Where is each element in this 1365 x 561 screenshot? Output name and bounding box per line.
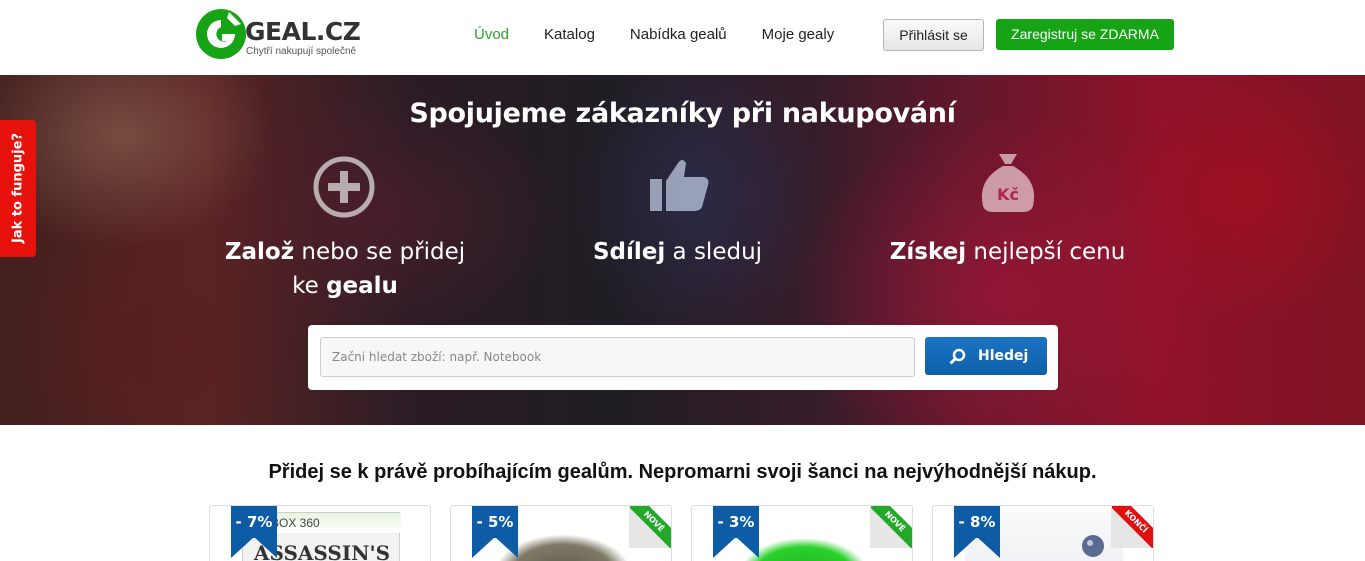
hero-banner: Spojujeme zákazníky při nakupování Založ… [0,75,1365,425]
hero-title: Spojujeme zákazníky při nakupování [409,98,956,129]
thumbs-up-icon [650,160,709,211]
money-bag-currency: Kč [997,185,1019,204]
feature-create-text: nebo se přidej [294,239,466,265]
logo[interactable]: GEAL.CZ Chytří nakupují společně [195,8,370,64]
logo-mark-icon [196,9,246,59]
search-button-label: Hledej [978,348,1029,364]
section-title: Přidej se k právě probíhajícím gealům. N… [268,461,1097,483]
feature-create-bold2: gealu [326,273,398,299]
logo-text: GEAL.CZ [245,17,361,46]
feature-share: Sdílej a sleduj [555,160,800,269]
feature-create: Založ nebo se přidej ke gealu [205,156,485,303]
discount-label: - 8% [958,513,996,531]
discount-badge: - 5% [472,506,518,558]
deal-card[interactable]: NOVÉ - 3% [691,505,913,561]
nav-item-katalog[interactable]: Katalog [544,25,595,45]
ending-ribbon: KONČÍ [1112,506,1153,548]
magnifier-icon [949,348,966,365]
new-ribbon: NOVÉ [871,506,912,548]
login-button[interactable]: Přihlásit se [883,19,984,51]
logo-tagline: Chytří nakupují společně [246,46,357,57]
nav-item-nabidka-gealu[interactable]: Nabídka gealů [630,25,727,45]
search-input[interactable]: Začni hledat zboží: např. Notebook [320,337,915,377]
nav-item-moje-gealy[interactable]: Moje gealy [762,25,835,45]
feature-create-bold: Založ [224,239,295,265]
feature-get: Kč Získej nejlepší cenu [870,154,1145,269]
register-button[interactable]: Zaregistruj se ZDARMA [996,19,1174,50]
new-ribbon: NOVÉ [630,506,671,548]
feature-share-bold: Sdílej [592,239,666,265]
plus-circle-icon [313,156,375,218]
feature-get-bold: Získej [889,239,967,265]
feature-share-text: a sleduj [665,239,763,265]
discount-label: - 7% [235,513,273,531]
discount-badge: - 3% [713,506,759,558]
ribbon-label: NOVÉ [630,506,671,548]
deal-card[interactable]: KONČÍ - 8% [932,505,1154,561]
discount-label: - 5% [476,513,514,531]
site-header: GEAL.CZ Chytří nakupují společně Úvod Ka… [0,0,1365,75]
nav-item-uvod[interactable]: Úvod [474,25,509,45]
ribbon-label: NOVÉ [871,506,912,548]
money-bag-icon: Kč [981,154,1035,212]
how-it-works-tab[interactable]: Jak to funguje? [0,120,36,257]
discount-label: - 3% [717,513,755,531]
search-button[interactable]: Hledej [925,337,1047,375]
feature-get-text: nejlepší cenu [966,239,1126,265]
discount-badge: - 8% [954,506,1000,558]
how-it-works-label: Jak to funguje? [10,133,26,243]
ribbon-label: KONČÍ [1112,506,1153,548]
deal-card[interactable]: BOX 360 ASSASSIN'S - 7% [209,505,431,561]
deal-card[interactable]: NOVÉ - 5% [450,505,672,561]
search-panel: Začni hledat zboží: např. Notebook Hlede… [308,325,1058,390]
discount-badge: - 7% [231,506,277,558]
main-nav: Úvod Katalog Nabídka gealů Moje gealy [474,25,869,45]
feature-create-text2: ke [292,273,327,299]
